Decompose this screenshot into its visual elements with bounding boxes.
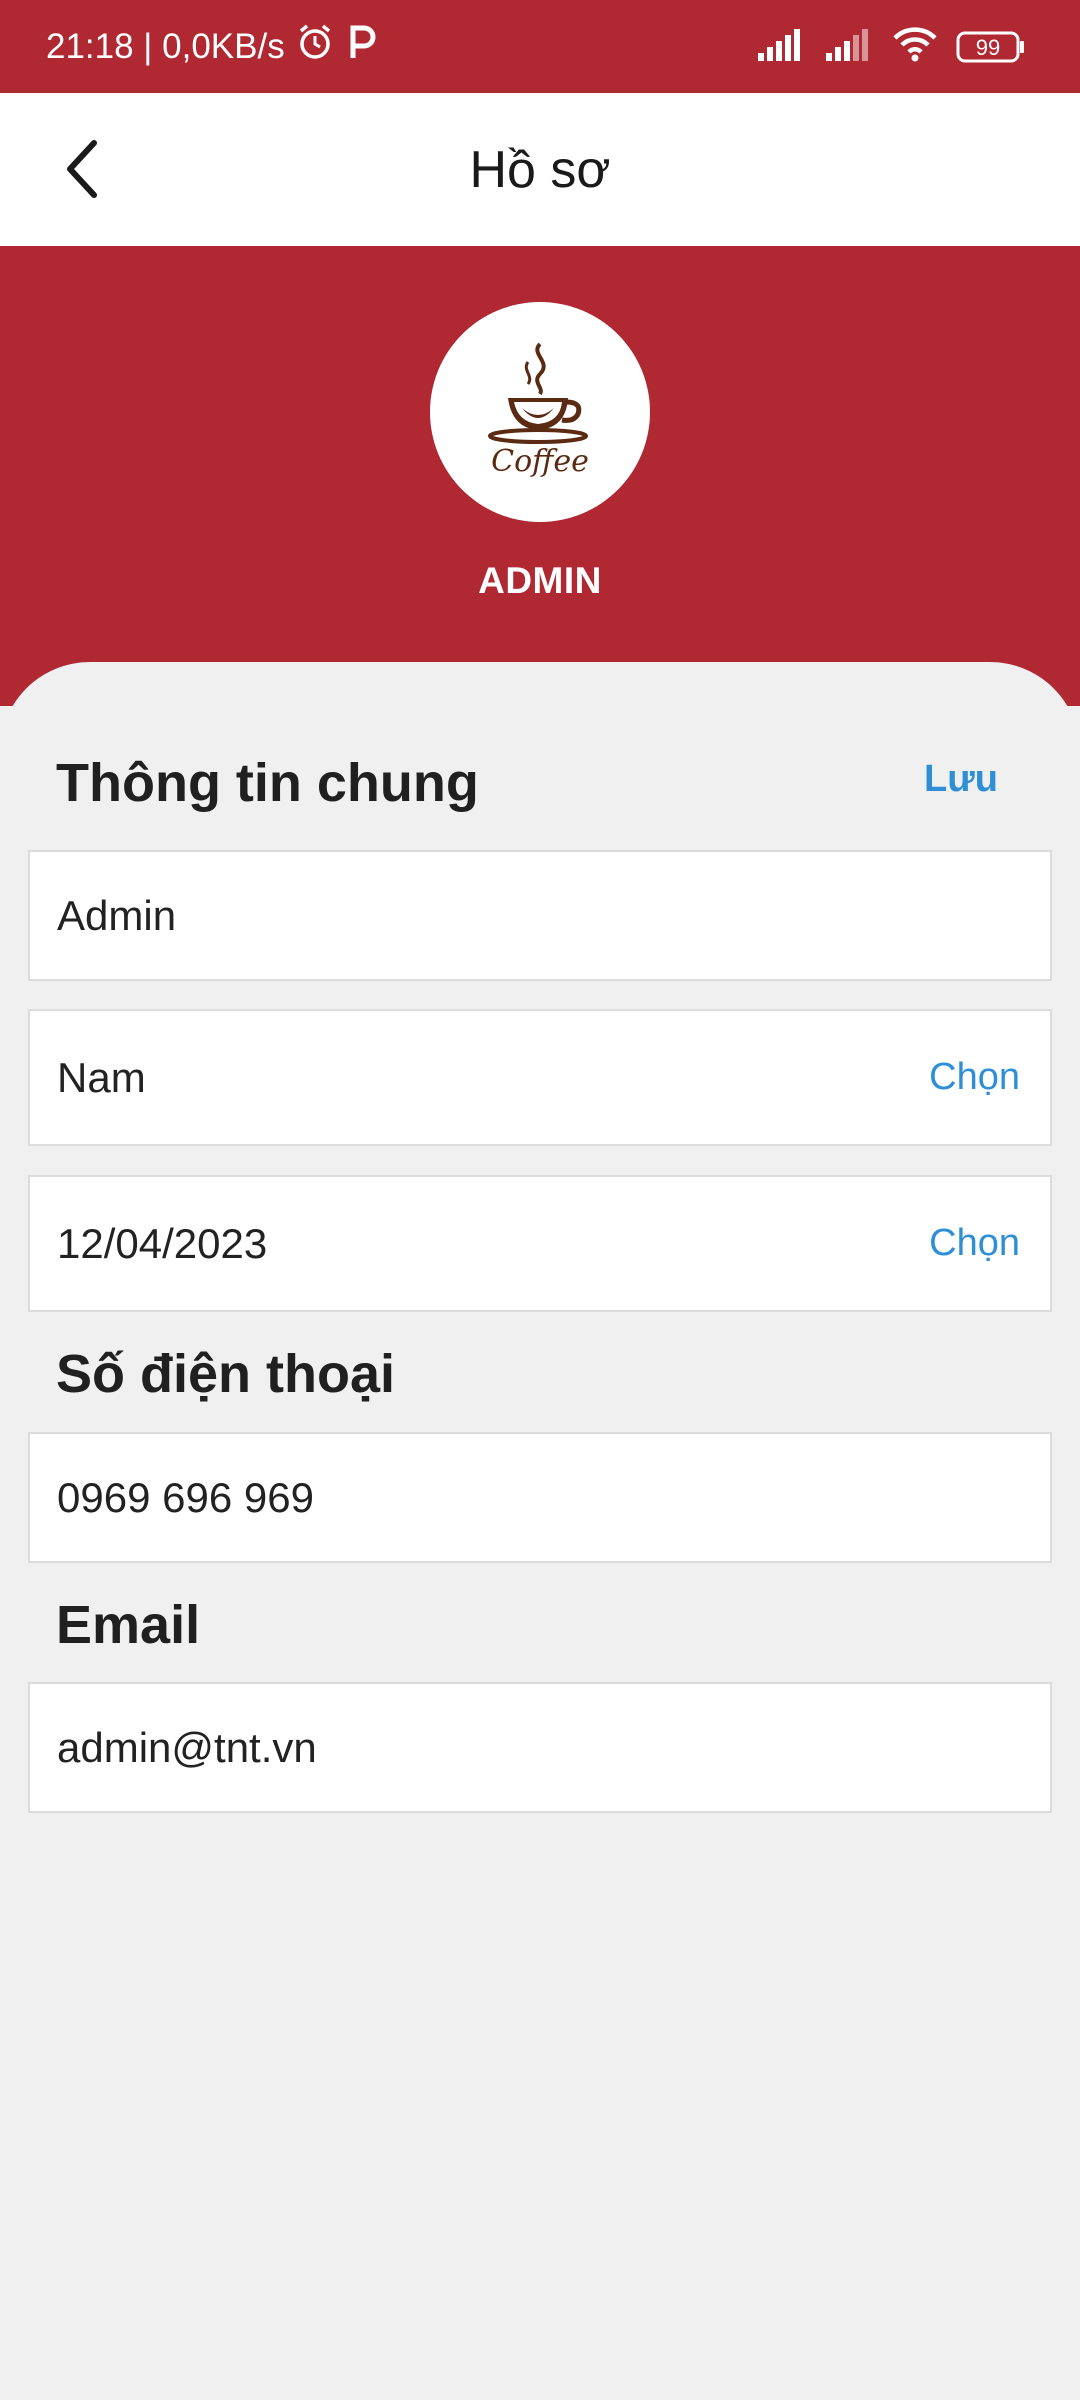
section-title-phone: Số điện thoại [56,1344,396,1404]
gender-value: Nam [57,1053,146,1101]
coffee-cup-icon: Coffee [470,332,610,492]
dob-field[interactable]: 12/04/2023 Chọn [28,1175,1052,1312]
profile-name: ADMIN [478,560,602,601]
dob-value: 12/04/2023 [57,1219,268,1267]
back-arrow-icon [62,139,102,204]
signal-icon-secondary [824,27,874,66]
phone-input[interactable] [57,1473,1020,1522]
phone-field[interactable] [28,1432,1052,1563]
section-title-email: Email [56,1595,201,1655]
alarm-icon [295,22,335,71]
app-bar: Hồ sơ [0,93,1080,246]
email-input[interactable] [57,1723,1020,1772]
gender-field[interactable]: Nam Chọn [28,1009,1052,1146]
email-field[interactable] [28,1682,1052,1813]
status-right: 99 [756,26,1026,67]
section-title-general: Thông tin chung [56,753,479,813]
logo-text: Coffee [491,444,589,479]
back-button[interactable] [44,133,120,209]
battery-level: 99 [975,34,1001,60]
save-button[interactable]: Lưu [924,758,998,801]
page-title: Hồ sơ [469,140,611,199]
name-input[interactable] [57,891,1020,940]
status-bar: 21:18 | 0,0KB/s 99 [0,0,1080,93]
wifi-icon [892,26,938,67]
gender-pick-button[interactable]: Chọn [929,1056,1020,1099]
dob-pick-button[interactable]: Chọn [929,1222,1020,1265]
battery-icon: 99 [956,30,1026,64]
parking-icon [345,22,379,71]
status-left: 21:18 | 0,0KB/s [46,22,379,71]
name-field[interactable] [28,850,1052,981]
avatar[interactable]: Coffee [430,302,650,522]
signal-icon [756,27,806,66]
status-time: 21:18 | 0,0KB/s [46,26,285,66]
